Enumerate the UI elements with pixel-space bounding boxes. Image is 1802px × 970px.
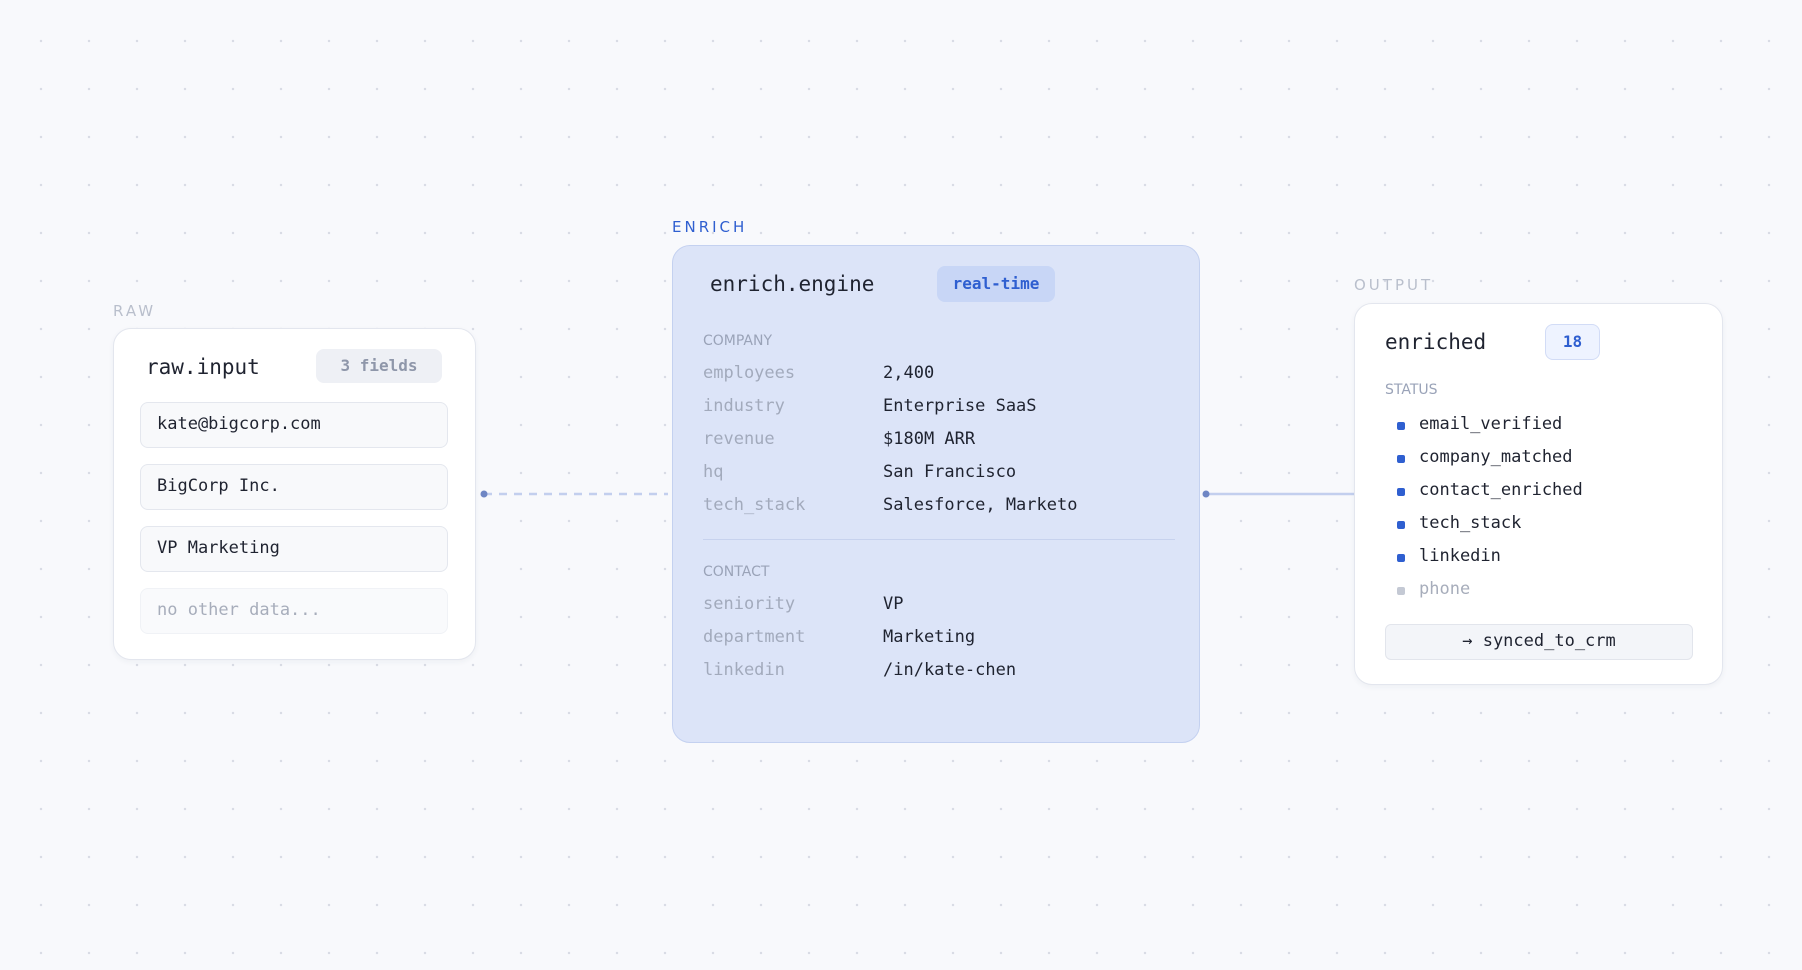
title-field: VP Marketing [140, 526, 448, 572]
company-row-value: San Francisco [883, 462, 1017, 482]
enrich-engine-card[interactable]: enrich.engine real-time COMPANY employee… [672, 245, 1200, 743]
company-row-key: revenue [703, 429, 775, 449]
company-row-key: hq [703, 462, 724, 482]
status-item-label: contact_enriched [1419, 480, 1583, 500]
status-item-label: tech_stack [1419, 513, 1522, 533]
contact-row-value: /in/kate-chen [883, 660, 1017, 680]
status-check-icon [1397, 422, 1405, 430]
email-field: kate@bigcorp.com [140, 402, 448, 448]
enriched-title: enriched [1385, 330, 1487, 354]
company-row-key: industry [703, 396, 785, 416]
section-divider [703, 539, 1175, 540]
company-heading: COMPANY [703, 333, 773, 349]
raw-input-title: raw.input [146, 355, 260, 379]
field-count-badge: 3 fields [316, 349, 442, 383]
enriched-count-badge: 18 [1545, 324, 1600, 360]
enriched-output-card[interactable]: enriched 18 STATUS email_verified compan… [1354, 303, 1723, 685]
contact-heading: CONTACT [703, 564, 770, 580]
contact-row-value: Marketing [883, 627, 976, 647]
contact-row-key: department [703, 627, 806, 647]
company-field: BigCorp Inc. [140, 464, 448, 510]
status-heading: STATUS [1385, 382, 1438, 398]
company-row-value: Salesforce, Marketo [883, 495, 1078, 515]
empty-data-placeholder: no other data... [140, 588, 448, 634]
output-section-label: OUTPUT [1354, 276, 1434, 294]
contact-row-key: seniority [703, 594, 796, 614]
synced-to-crm-button[interactable]: → synced_to_crm [1385, 624, 1693, 660]
status-item-label: company_matched [1419, 447, 1573, 467]
status-check-icon [1397, 521, 1405, 529]
company-row-value: 2,400 [883, 363, 935, 383]
company-row-value: $180M ARR [883, 429, 976, 449]
enrich-output-port [1202, 490, 1210, 498]
realtime-badge: real-time [937, 266, 1055, 302]
enrich-engine-title: enrich.engine [710, 272, 875, 296]
company-row-key: tech_stack [703, 495, 806, 515]
status-item-label: linkedin [1419, 546, 1501, 566]
contact-row-value: VP [883, 594, 904, 614]
status-check-icon [1397, 488, 1405, 496]
status-check-icon [1397, 455, 1405, 463]
raw-output-port [480, 490, 488, 498]
status-item-label: phone [1419, 579, 1471, 599]
company-row-key: employees [703, 363, 796, 383]
raw-input-card[interactable]: raw.input 3 fields kate@bigcorp.com BigC… [113, 328, 476, 660]
raw-section-label: RAW [113, 302, 157, 320]
status-check-icon [1397, 554, 1405, 562]
enrich-section-label: ENRICH [672, 218, 748, 236]
contact-row-key: linkedin [703, 660, 785, 680]
status-item-label: email_verified [1419, 414, 1563, 434]
status-pending-icon [1397, 587, 1405, 595]
company-row-value: Enterprise SaaS [883, 396, 1037, 416]
